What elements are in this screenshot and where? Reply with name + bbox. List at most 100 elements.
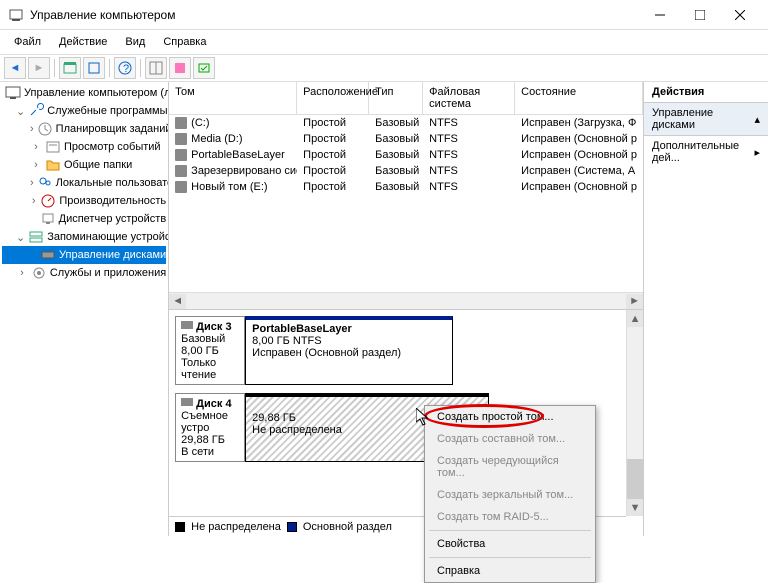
menu-view[interactable]: Вид <box>117 34 153 50</box>
tree-label: Локальные пользователи и группы <box>56 177 170 189</box>
volume-row[interactable]: Media (D:)ПростойБазовыйNTFSИсправен (Ос… <box>169 131 643 147</box>
scroll-up-icon[interactable]: ▲ <box>627 310 643 327</box>
col-volume[interactable]: Том <box>169 82 297 114</box>
legend-swatch-unalloc <box>175 522 185 532</box>
partition-name: PortableBaseLayer <box>252 323 446 335</box>
tree-root[interactable]: Управление компьютером (локальным) <box>2 84 166 102</box>
tools-icon <box>28 103 44 119</box>
disk-header[interactable]: Диск 4 Съемное устро 29,88 ГБ В сети <box>175 393 245 462</box>
disk-name: Диск 3 <box>196 321 231 333</box>
tree-performance[interactable]: ›Производительность <box>2 192 166 210</box>
perf-icon <box>40 193 56 209</box>
tree-services[interactable]: ›Службы и приложения <box>2 264 166 282</box>
computer-icon <box>5 85 21 101</box>
partition-status: Исправен (Основной раздел) <box>252 347 446 359</box>
toolbar-btn-3[interactable] <box>145 57 167 79</box>
toolbar-btn-5[interactable] <box>193 57 215 79</box>
disk-size: 8,00 ГБ <box>181 345 239 357</box>
maximize-button[interactable] <box>680 1 720 29</box>
tree-label: Диспетчер устройств <box>59 213 167 225</box>
volume-row[interactable]: Новый том (E:)ПростойБазовыйNTFSИсправен… <box>169 179 643 195</box>
tree-devmgr[interactable]: Диспетчер устройств <box>2 210 166 228</box>
col-fs[interactable]: Файловая система <box>423 82 515 114</box>
navigation-tree: Управление компьютером (локальным) ⌄Служ… <box>0 82 169 536</box>
context-menu: Создать простой том... Создать составной… <box>424 405 596 583</box>
ctx-create-simple-volume[interactable]: Создать простой том... <box>425 406 595 428</box>
disk-partition[interactable]: PortableBaseLayer 8,00 ГБ NTFS Исправен … <box>245 316 453 385</box>
actions-category[interactable]: Управление дисками▴ <box>644 103 768 136</box>
help-button[interactable]: ? <box>114 57 136 79</box>
toolbar-btn-4[interactable] <box>169 57 191 79</box>
ctx-create-mirror-volume: Создать зеркальный том... <box>425 484 595 506</box>
disk-size: 29,88 ГБ <box>181 434 239 446</box>
volume-icon <box>175 165 187 177</box>
disk-icon <box>40 247 56 263</box>
tree-label: Управление дисками <box>59 249 166 261</box>
volume-list-header: Том Расположение Тип Файловая система Со… <box>169 82 643 115</box>
tree-label: Планировщик заданий <box>56 123 170 135</box>
disk-readonly: Только чтение <box>181 357 239 381</box>
col-layout[interactable]: Расположение <box>297 82 369 114</box>
event-icon <box>45 139 61 155</box>
menu-help[interactable]: Справка <box>155 34 214 50</box>
scroll-left-icon[interactable]: ◄ <box>169 294 186 309</box>
volume-row[interactable]: (C:)ПростойБазовыйNTFSИсправен (Загрузка… <box>169 115 643 131</box>
col-type[interactable]: Тип <box>369 82 423 114</box>
tree-label: Общие папки <box>64 159 132 171</box>
titlebar: Управление компьютером <box>0 0 768 30</box>
tree-label: Службы и приложения <box>50 267 166 279</box>
minimize-button[interactable] <box>640 1 680 29</box>
disk-icon <box>181 320 193 333</box>
toolbar-btn-1[interactable] <box>59 57 81 79</box>
volume-icon <box>175 149 187 161</box>
partition-info: 8,00 ГБ NTFS <box>252 335 446 347</box>
services-icon <box>31 265 47 281</box>
tree-label: Служебные программы <box>47 105 167 117</box>
ctx-create-striped-volume: Создать чередующийся том... <box>425 450 595 484</box>
ctx-properties[interactable]: Свойства <box>425 533 595 555</box>
disk-icon <box>181 397 193 410</box>
close-button[interactable] <box>720 1 760 29</box>
legend-label: Основной раздел <box>303 521 392 533</box>
tree-diskmgmt[interactable]: Управление дисками <box>2 246 166 264</box>
folder-icon <box>45 157 61 173</box>
actions-panel: Действия Управление дисками▴ Дополнитель… <box>644 82 768 536</box>
back-button[interactable]: ◄ <box>4 57 26 79</box>
ctx-help[interactable]: Справка <box>425 560 595 582</box>
toolbar-btn-2[interactable] <box>83 57 105 79</box>
toolbar: ◄ ► ? <box>0 54 768 82</box>
tree-scheduler[interactable]: ›Планировщик заданий <box>2 120 166 138</box>
ctx-create-raid5-volume: Создать том RAID-5... <box>425 506 595 528</box>
volume-hscrollbar[interactable]: ◄► <box>169 292 643 309</box>
collapse-icon: ▴ <box>754 113 760 126</box>
disk-type: Съемное устро <box>181 410 239 434</box>
disk-name: Диск 4 <box>196 398 231 410</box>
tree-shared[interactable]: ›Общие папки <box>2 156 166 174</box>
menu-file[interactable]: Файл <box>6 34 49 50</box>
clock-icon <box>37 121 53 137</box>
tree-eventviewer[interactable]: ›Просмотр событий <box>2 138 166 156</box>
forward-button[interactable]: ► <box>28 57 50 79</box>
tree-utilities[interactable]: ⌄Служебные программы <box>2 102 166 120</box>
scroll-right-icon[interactable]: ► <box>626 294 643 309</box>
tree-root-label: Управление компьютером (локальным) <box>24 87 169 99</box>
tree-users[interactable]: ›Локальные пользователи и группы <box>2 174 166 192</box>
tree-storage[interactable]: ⌄Запоминающие устройства <box>2 228 166 246</box>
volume-row[interactable]: Зарезервировано системойПростойБазовыйNT… <box>169 163 643 179</box>
disk-vscrollbar[interactable]: ▲▼ <box>626 310 643 516</box>
menubar: Файл Действие Вид Справка <box>0 30 768 54</box>
actions-more[interactable]: Дополнительные дей...▸ <box>644 136 768 168</box>
tree-label: Запоминающие устройства <box>47 231 169 243</box>
actions-header: Действия <box>644 82 768 103</box>
volume-icon <box>175 133 187 145</box>
disk-online: В сети <box>181 446 239 458</box>
window-title: Управление компьютером <box>30 8 640 22</box>
svg-text:?: ? <box>123 63 129 75</box>
disk-header[interactable]: Диск 3 Базовый 8,00 ГБ Только чтение <box>175 316 245 385</box>
app-icon <box>8 7 24 23</box>
col-status[interactable]: Состояние <box>515 82 643 114</box>
volume-icon <box>175 117 187 129</box>
menu-action[interactable]: Действие <box>51 34 115 50</box>
volume-row[interactable]: PortableBaseLayerПростойБазовыйNTFSИспра… <box>169 147 643 163</box>
scroll-down-icon[interactable]: ▼ <box>627 499 643 516</box>
